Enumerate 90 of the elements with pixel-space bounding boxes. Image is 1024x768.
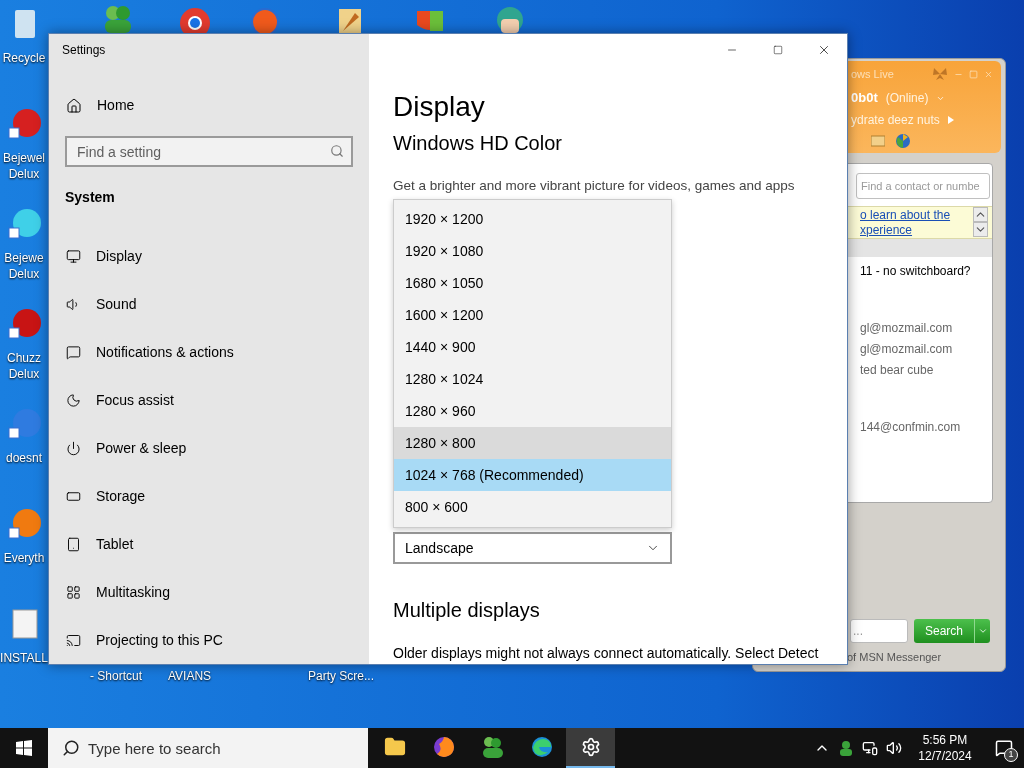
home-nav-item[interactable]: Home — [49, 82, 369, 130]
home-icon — [66, 97, 82, 114]
contact-entry[interactable]: gl@mozmail.com — [860, 318, 992, 339]
close-icon — [817, 43, 831, 57]
description-text: Get a brighter and more vibrant picture for videos, games and apps — [393, 177, 795, 195]
caret-icon — [977, 626, 988, 636]
resolution-option[interactable]: 1280 × 960 — [394, 395, 671, 427]
settings-icon — [580, 737, 601, 757]
search-icon — [330, 144, 344, 159]
search-field[interactable]: Type here to search — [48, 728, 368, 768]
resolution-option[interactable]: 1280 × 1024 — [394, 363, 671, 395]
icon-label: Recycle — [2, 50, 46, 66]
search-icon — [62, 739, 80, 757]
banner-link[interactable]: xperience — [860, 222, 973, 238]
volume-icon[interactable] — [886, 740, 902, 756]
section-heading: Multiple displays — [393, 598, 540, 623]
resolution-option[interactable]: 1600 × 1200 — [394, 299, 671, 331]
nav-item[interactable]: Power & sleep — [49, 424, 369, 472]
grid-icon — [66, 584, 81, 600]
resolution-option[interactable]: 1920 × 1200 — [394, 203, 671, 235]
footer-text: of MSN Messenger — [847, 649, 942, 665]
search-field[interactable]: Find a contact or numbe — [856, 173, 990, 199]
globe-icon[interactable] — [895, 133, 911, 149]
nav-item[interactable]: Sound — [49, 280, 369, 328]
butterfly-icon — [932, 67, 948, 81]
page-heading: Display — [393, 90, 485, 124]
icon-label: - Shortcut — [90, 668, 143, 685]
contact-entry[interactable]: 144@confmin.com — [860, 417, 992, 438]
icon-label: Party Scre... — [308, 668, 375, 685]
icon-label: Delux — [8, 166, 40, 182]
icon-label: Everyth — [3, 550, 45, 566]
cast-icon — [66, 632, 81, 648]
maximize-icon — [773, 45, 783, 55]
window-title: ows Live — [851, 66, 894, 82]
resolution-option[interactable]: 1440 × 900 — [394, 331, 671, 363]
icon-label: Delux — [8, 266, 40, 282]
people-icon — [480, 736, 505, 758]
browser-icon — [530, 736, 553, 758]
description-text: Older displays might not always connect automatically. Select Detect — [393, 644, 819, 663]
resolution-option[interactable]: 1920 × 1080 — [394, 235, 671, 267]
icon-label: Bejewe — [4, 250, 44, 266]
icon-label: doesnt — [6, 450, 42, 466]
power-icon — [66, 440, 81, 456]
icon-label: Delux — [8, 366, 40, 382]
resolution-option[interactable]: 1280 × 800 — [394, 427, 671, 459]
app-icon[interactable] — [7, 506, 41, 540]
orientation-dropdown[interactable]: Landscape — [393, 532, 672, 564]
monitor-icon — [66, 248, 81, 264]
icon-label: INSTALL — [0, 650, 48, 666]
tablet-icon — [66, 536, 81, 552]
nav-item[interactable]: Focus assist — [49, 376, 369, 424]
nav-item[interactable]: Notifications & actions — [49, 328, 369, 376]
resolution-option[interactable]: 1680 × 1050 — [394, 267, 671, 299]
folder-icon — [383, 736, 406, 758]
notification-icon — [995, 739, 1013, 757]
contact-entry[interactable]: ted bear cube — [860, 360, 992, 381]
contact-entry[interactable]: gl@mozmail.com — [860, 339, 992, 360]
browser-icon — [432, 736, 455, 758]
resolution-option[interactable]: 800 × 600 — [394, 491, 671, 523]
windows-icon — [16, 740, 32, 756]
scroll-down-icon[interactable] — [973, 222, 988, 237]
nav-item[interactable]: Display — [49, 232, 369, 280]
notification-button[interactable]: 1 — [984, 728, 1024, 768]
icon-label: AVIANS — [168, 668, 212, 685]
nav-item[interactable]: Multitasking — [49, 568, 369, 616]
search-field[interactable]: Find a setting — [65, 136, 353, 168]
icon-label: Bejewel — [3, 150, 45, 166]
nav-item[interactable]: Projecting to this PC — [49, 616, 369, 664]
moon-icon — [66, 392, 81, 408]
section-heading: System — [65, 188, 115, 208]
banner-link[interactable]: o learn about the — [860, 207, 973, 223]
app-icon[interactable] — [7, 106, 41, 140]
notification-badge: 1 — [1004, 748, 1018, 762]
icon-label: Chuzz — [7, 350, 41, 366]
group-header[interactable]: 11 - no switchboard? — [860, 260, 992, 282]
people-icon[interactable] — [838, 740, 854, 756]
app-icon[interactable] — [7, 306, 41, 340]
app-icon[interactable] — [7, 406, 41, 440]
network-icon[interactable] — [862, 740, 878, 756]
app-icon[interactable] — [7, 206, 41, 240]
clock-time[interactable]: 5:56 PM — [922, 732, 968, 748]
clock-date[interactable]: 12/7/2024 — [918, 748, 972, 764]
scroll-up-icon[interactable] — [973, 207, 988, 222]
window-title: Settings — [62, 41, 106, 59]
resolution-option[interactable]: 1024 × 768 (Recommended) — [394, 459, 671, 491]
section-heading: Windows HD Color — [393, 131, 562, 156]
message-icon — [66, 344, 81, 360]
nav-item[interactable]: Tablet — [49, 520, 369, 568]
taskbar-app[interactable] — [566, 728, 615, 768]
nav-item[interactable]: Storage — [49, 472, 369, 520]
